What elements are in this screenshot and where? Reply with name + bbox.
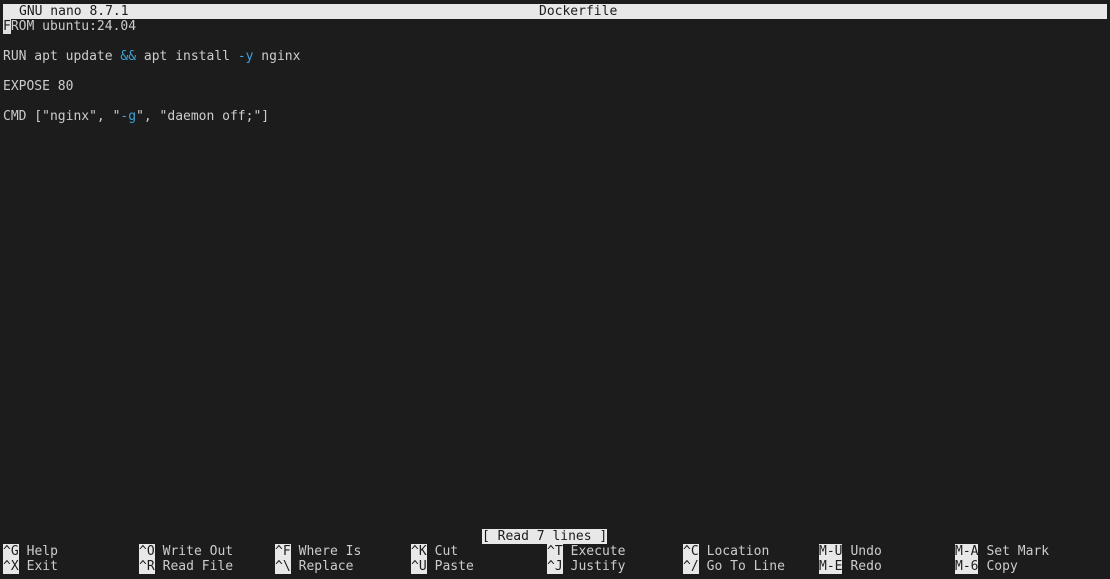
line-3-text-a: RUN apt update bbox=[3, 49, 121, 64]
shortcut-key: ^T bbox=[547, 544, 563, 559]
text-cursor: F bbox=[3, 19, 11, 34]
shortcut-label: Replace bbox=[298, 559, 354, 574]
shortcut-label: Exit bbox=[26, 559, 58, 574]
editor-line-7[interactable]: CMD ["nginx", "-g", "daemon off;"] bbox=[3, 109, 1107, 124]
line-1-text: ROM ubuntu:24.04 bbox=[10, 19, 137, 34]
status-message: [ Read 7 lines ] bbox=[482, 529, 608, 544]
line-3-operator-and: && bbox=[120, 49, 137, 64]
line-3-flag-y: -y bbox=[237, 49, 254, 64]
shortcut-replace[interactable]: ^\ Replace bbox=[275, 559, 353, 574]
shortcut-label: Location bbox=[706, 544, 770, 559]
shortcut-key: ^K bbox=[411, 544, 427, 559]
editor-line-3[interactable]: RUN apt update && apt install -y nginx bbox=[3, 49, 1107, 64]
shortcut-label: Execute bbox=[570, 544, 626, 559]
shortcut-read-file[interactable]: ^R Read File bbox=[139, 559, 233, 574]
file-name: Dockerfile bbox=[539, 4, 618, 19]
shortcut-bar: ^G Help ^X Exit ^O Write Out ^R Read File ^F… bbox=[3, 544, 1107, 574]
shortcut-key: ^/ bbox=[683, 559, 699, 574]
shortcut-label: Where Is bbox=[298, 544, 362, 559]
line-3-text-b: apt install bbox=[136, 49, 238, 64]
shortcut-go-to-line[interactable]: ^/ Go To Line bbox=[683, 559, 785, 574]
editor-line-5[interactable]: EXPOSE 80 bbox=[3, 79, 1107, 94]
line-7-text-b: ", "daemon off;"] bbox=[136, 109, 270, 124]
shortcut-key: M-E bbox=[819, 559, 843, 574]
shortcut-label: Redo bbox=[850, 559, 882, 574]
editor-line-4[interactable] bbox=[3, 64, 1107, 79]
shortcut-paste[interactable]: ^U Paste bbox=[411, 559, 474, 574]
shortcut-help[interactable]: ^G Help bbox=[3, 544, 58, 559]
shortcut-key: M-U bbox=[819, 544, 843, 559]
shortcut-label: Undo bbox=[850, 544, 882, 559]
shortcut-write-out[interactable]: ^O Write Out bbox=[139, 544, 233, 559]
shortcut-label: Write Out bbox=[162, 544, 234, 559]
line-5-text: EXPOSE 80 bbox=[3, 79, 74, 94]
shortcut-key: M-A bbox=[955, 544, 979, 559]
line-7-flag-g: -g bbox=[120, 109, 137, 124]
shortcut-exit[interactable]: ^X Exit bbox=[3, 559, 58, 574]
shortcut-label: Help bbox=[26, 544, 58, 559]
shortcut-label: Set Mark bbox=[986, 544, 1050, 559]
line-3-text-c: nginx bbox=[253, 49, 301, 64]
editor-buffer[interactable]: FROM ubuntu:24.04 RUN apt update && apt … bbox=[3, 19, 1107, 124]
editor-line-1[interactable]: FROM ubuntu:24.04 bbox=[3, 19, 1107, 34]
editor-line-6[interactable] bbox=[3, 94, 1107, 109]
editor-line-2[interactable] bbox=[3, 34, 1107, 49]
nano-terminal-window[interactable]: GNU nano 8.7.1 Dockerfile FROM ubuntu:24… bbox=[0, 0, 1110, 579]
shortcut-cut[interactable]: ^K Cut bbox=[411, 544, 458, 559]
shortcut-key: ^O bbox=[139, 544, 155, 559]
shortcut-where-is[interactable]: ^F Where Is bbox=[275, 544, 361, 559]
shortcut-label: Read File bbox=[162, 559, 234, 574]
shortcut-label: Copy bbox=[986, 559, 1018, 574]
line-7-text-a: CMD ["nginx", " bbox=[3, 109, 121, 124]
shortcut-key: ^J bbox=[547, 559, 563, 574]
shortcut-label: Go To Line bbox=[706, 559, 785, 574]
shortcut-set-mark[interactable]: M-A Set Mark bbox=[955, 544, 1049, 559]
app-version: GNU nano 8.7.1 bbox=[19, 4, 129, 19]
title-bar: GNU nano 8.7.1 Dockerfile bbox=[3, 4, 1107, 19]
shortcut-copy[interactable]: M-6 Copy bbox=[955, 559, 1018, 574]
shortcut-key: ^\ bbox=[275, 559, 291, 574]
shortcut-justify[interactable]: ^J Justify bbox=[547, 559, 625, 574]
shortcut-key: ^F bbox=[275, 544, 291, 559]
shortcut-execute[interactable]: ^T Execute bbox=[547, 544, 625, 559]
shortcut-label: Justify bbox=[570, 559, 626, 574]
shortcut-label: Cut bbox=[434, 544, 459, 559]
shortcut-key: ^R bbox=[139, 559, 155, 574]
shortcut-redo[interactable]: M-E Redo bbox=[819, 559, 882, 574]
shortcut-undo[interactable]: M-U Undo bbox=[819, 544, 882, 559]
shortcut-key: M-6 bbox=[955, 559, 979, 574]
shortcut-location[interactable]: ^C Location bbox=[683, 544, 769, 559]
shortcut-key: ^G bbox=[3, 544, 19, 559]
shortcut-label: Paste bbox=[434, 559, 474, 574]
shortcut-key: ^X bbox=[3, 559, 19, 574]
shortcut-key: ^U bbox=[411, 559, 427, 574]
shortcut-key: ^C bbox=[683, 544, 699, 559]
